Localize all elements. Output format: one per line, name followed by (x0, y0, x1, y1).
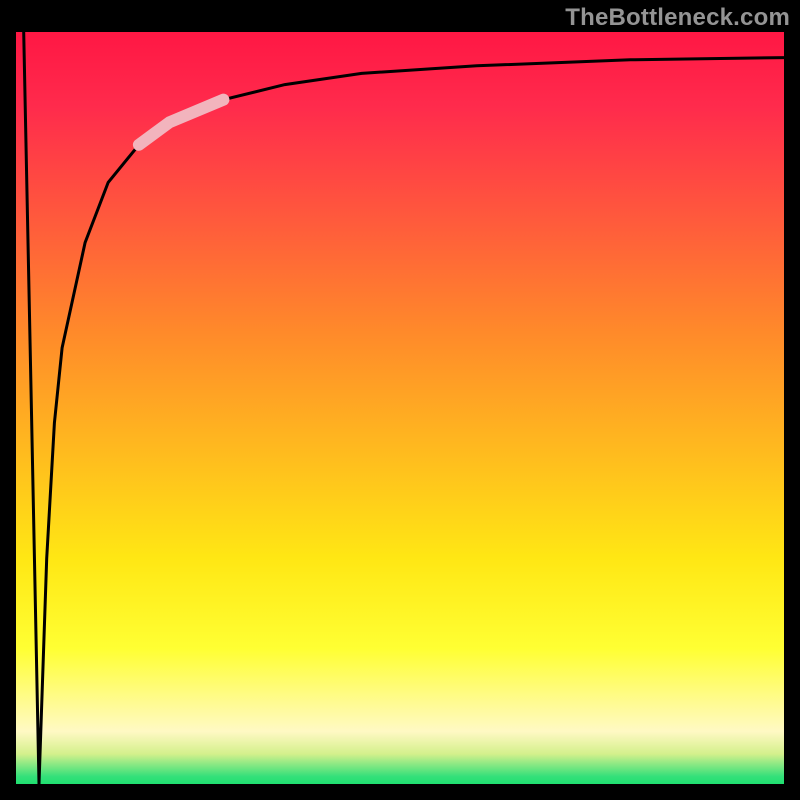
watermark-text: TheBottleneck.com (565, 4, 790, 32)
chart-frame: TheBottleneck.com (0, 0, 800, 800)
chart-background-gradient (16, 32, 784, 784)
